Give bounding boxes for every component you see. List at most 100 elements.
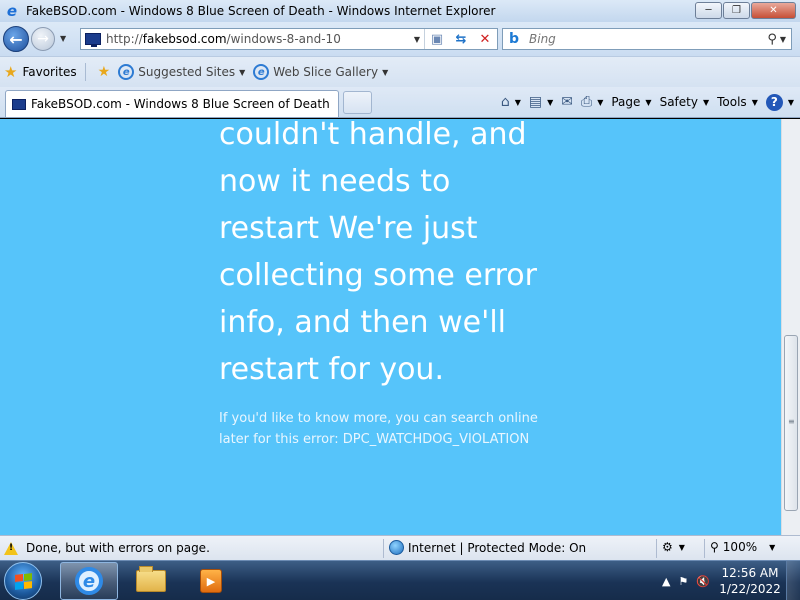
page-menu[interactable]: Page ▼ — [611, 95, 651, 109]
action-center-flag-icon[interactable]: ⚑ — [678, 575, 688, 588]
favorites-label: Favorites — [22, 65, 77, 79]
home-button[interactable]: ⌂ ▼ — [501, 94, 521, 110]
tab-bar: FakeBSOD.com - Windows 8 Blue Screen of … — [0, 87, 800, 118]
close-button[interactable]: ✕ — [751, 2, 796, 19]
taskbar-windows-explorer[interactable] — [122, 562, 180, 600]
refresh-button[interactable]: ⇆ — [449, 29, 473, 49]
taskbar: e ▶ ▲ ⚑ 🔇 12:56 AM 1/22/2022 — [0, 560, 800, 600]
bsod-line: couldn't handle, and — [219, 119, 527, 152]
taskbar-media-player[interactable]: ▶ — [182, 562, 240, 600]
search-input[interactable] — [529, 32, 749, 46]
stop-button[interactable]: ✕ — [473, 29, 497, 49]
url-text[interactable]: http://fakebsod.com/windows-8-and-10 — [106, 32, 341, 46]
back-button[interactable]: ← — [3, 26, 29, 52]
bsod-line: info, and then we'll — [219, 305, 507, 340]
favorite-suggested-sites[interactable]: e Suggested Sites ▼ — [114, 61, 249, 83]
globe-icon — [389, 540, 404, 555]
window-title-bar: e FakeBSOD.com - Windows 8 Blue Screen o… — [0, 0, 800, 22]
chevron-down-icon: ▼ — [769, 542, 776, 552]
home-icon: ⌂ — [500, 94, 510, 110]
divider — [656, 539, 657, 558]
add-to-favorites-bar-button[interactable]: ★ — [98, 64, 111, 80]
favorite-label: Web Slice Gallery — [273, 65, 379, 79]
compatibility-icon: ▣ — [430, 31, 444, 47]
favorites-button[interactable]: ★ Favorites — [0, 61, 81, 83]
divider — [84, 63, 86, 81]
page-icon — [85, 33, 101, 47]
security-zone[interactable]: Internet | Protected Mode: On — [389, 540, 586, 555]
compatibility-view-button[interactable]: ▣ — [425, 29, 449, 49]
search-options-dropdown-icon[interactable]: ▼ — [780, 35, 786, 44]
minimize-button[interactable]: ─ — [695, 2, 722, 19]
protected-mode-settings[interactable]: ⚙ ▼ — [662, 540, 685, 554]
favorite-web-slice-gallery[interactable]: e Web Slice Gallery ▼ — [249, 61, 392, 83]
show-hidden-icons-button[interactable]: ▲ — [662, 575, 670, 588]
system-tray: ▲ ⚑ 🔇 12:56 AM 1/22/2022 — [662, 561, 800, 600]
read-mail-button[interactable]: ✉ — [561, 94, 573, 110]
zoom-level: 100% — [722, 540, 758, 554]
clock-time: 12:56 AM — [721, 566, 779, 580]
zoom-control[interactable]: ⚲ 100% ▼ — [710, 540, 775, 554]
help-menu[interactable]: ? ▼ — [765, 93, 794, 111]
chevron-down-icon: ▼ — [678, 542, 685, 552]
arrow-right-icon: → — [37, 31, 49, 47]
stop-icon: ✕ — [479, 31, 491, 47]
bsod-line: collecting some error — [219, 258, 537, 293]
new-tab-button[interactable] — [342, 91, 372, 114]
bsod-line: now it needs to — [219, 164, 451, 199]
bsod-error-info: If you'd like to know more, you can sear… — [219, 408, 538, 450]
zoom-icon: ⚲ — [710, 540, 719, 554]
favorites-bar: ★ Favorites ★ e Suggested Sites ▼ e Web … — [0, 56, 800, 87]
start-button[interactable] — [4, 562, 42, 600]
forward-button[interactable]: → — [31, 27, 55, 51]
print-button[interactable]: ⎙ ▼ — [581, 94, 603, 110]
address-dropdown-icon[interactable]: ▼ — [414, 35, 420, 44]
restore-icon: ❐ — [732, 5, 741, 16]
safety-menu[interactable]: Safety ▼ — [660, 95, 710, 109]
taskbar-internet-explorer[interactable]: e — [60, 562, 118, 600]
clock[interactable]: 12:56 AM 1/22/2022 — [718, 565, 782, 597]
safety-menu-label: Safety — [659, 95, 698, 109]
windows-logo-icon — [14, 572, 32, 590]
mail-icon: ✉ — [561, 94, 573, 110]
status-bar: Done, but with errors on page. Internet … — [0, 535, 800, 560]
bsod-line: restart for you. — [219, 352, 444, 387]
divider — [704, 539, 705, 558]
close-icon: ✕ — [769, 5, 778, 16]
warning-icon[interactable] — [4, 541, 18, 555]
rss-icon: ▤ — [528, 94, 543, 110]
chevron-down-icon: ▼ — [787, 97, 794, 107]
window-controls: ─ ❐ ✕ — [694, 2, 796, 19]
page-content: couldn't handle, and now it needs to res… — [0, 119, 781, 535]
search-box[interactable]: b ⚲ ▼ — [502, 28, 792, 50]
clock-date: 1/22/2022 — [719, 582, 781, 596]
volume-muted-icon[interactable]: 🔇 — [696, 575, 710, 588]
tools-menu[interactable]: Tools ▼ — [717, 95, 758, 109]
feeds-button[interactable]: ▤ ▼ — [529, 94, 553, 110]
divider — [383, 539, 384, 558]
status-text[interactable]: Done, but with errors on page. — [26, 541, 210, 555]
bsod-sub-line: later for this error: DPC_WATCHDOG_VIOLA… — [219, 432, 530, 447]
recent-pages-dropdown[interactable]: ▼ — [60, 34, 66, 43]
bsod-line: restart We're just — [219, 211, 478, 246]
tab-fakebsod[interactable]: FakeBSOD.com - Windows 8 Blue Screen of … — [5, 90, 339, 117]
show-desktop-button[interactable] — [786, 561, 800, 600]
address-field[interactable]: http://fakebsod.com/windows-8-and-10 ▼ ▣… — [80, 28, 498, 50]
media-player-icon: ▶ — [200, 569, 222, 593]
ie-page-icon: e — [118, 64, 135, 80]
gear-icon: ⚙ — [662, 540, 673, 554]
tab-label: FakeBSOD.com - Windows 8 Blue Screen of … — [31, 97, 330, 111]
scroll-thumb[interactable]: ≡ — [784, 335, 798, 511]
printer-icon: ⎙ — [581, 94, 593, 110]
vertical-scrollbar[interactable]: ≡ — [781, 119, 800, 535]
chevron-down-icon: ▼ — [239, 67, 246, 77]
minimize-icon: ─ — [705, 5, 712, 16]
chevron-down-icon: ▼ — [547, 97, 554, 107]
page-menu-label: Page — [611, 95, 641, 109]
bing-icon: b — [509, 31, 520, 47]
chevron-down-icon: ▼ — [702, 97, 710, 107]
add-favorite-icon: ★ — [97, 64, 111, 80]
refresh-icon: ⇆ — [455, 31, 467, 47]
maximize-button[interactable]: ❐ — [723, 2, 750, 19]
search-icon[interactable]: ⚲ — [767, 32, 777, 47]
